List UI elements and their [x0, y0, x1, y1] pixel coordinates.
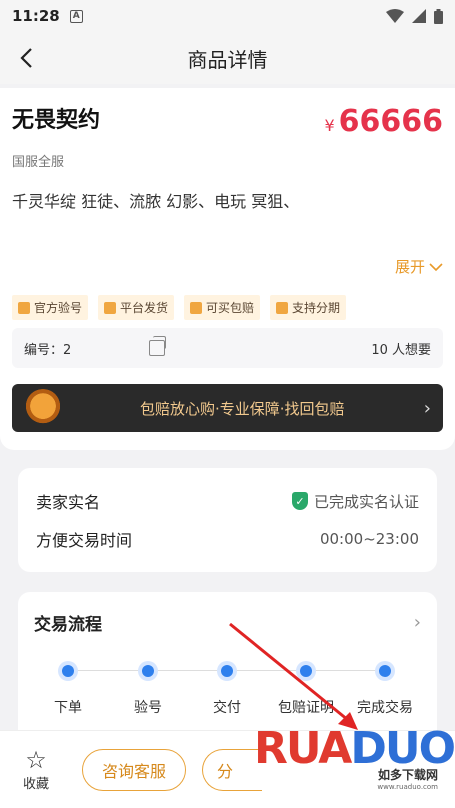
- product-card: 无畏契约 ¥66666 国服全服 千灵华绽 狂徒、流脓 幻影、电玩 冥狙、 展开…: [0, 88, 455, 450]
- tag-platform-ship: 平台发货: [98, 295, 175, 320]
- want-count: 10 人想要: [371, 342, 431, 358]
- price-value: 66666: [338, 104, 443, 139]
- shield-icon: [18, 301, 30, 314]
- service-tags: 官方验号 平台发货 可买包赔 支持分期: [12, 295, 443, 320]
- battery-icon: [434, 8, 443, 24]
- status-icons: [386, 8, 443, 24]
- chevron-down-icon: [429, 262, 443, 271]
- product-description: 千灵华绽 狂徒、流脓 幻影、电玩 冥狙、: [12, 192, 300, 211]
- seller-card: 卖家实名 ✓ 已完成实名认证 方便交易时间 00:00~23:00: [18, 468, 437, 572]
- tag-installment: 支持分期: [270, 295, 347, 320]
- shield-icon: [190, 301, 203, 314]
- expand-button[interactable]: 展开: [12, 256, 443, 277]
- flow-title: 交易流程: [34, 615, 102, 635]
- annotation-arrow-icon: [229, 622, 358, 730]
- tag-official-verify: 官方验号: [12, 295, 89, 320]
- card-icon: [276, 301, 289, 314]
- meta-row: 编号：2 10 人想要: [12, 328, 443, 368]
- watermark-sub: 如多下载网: [377, 768, 438, 782]
- product-id: 编号：2: [24, 342, 72, 358]
- secondary-action-button[interactable]: 分: [202, 748, 262, 791]
- chevron-right-icon: ›: [423, 397, 431, 419]
- watermark-brand-a: RUA: [254, 723, 352, 774]
- watermark-logo: RUADUO 如多下载网 www.ruaduo.com: [254, 723, 455, 806]
- status-time: 11:28: [12, 7, 60, 25]
- tiger-mascot-icon: [24, 389, 62, 427]
- expand-label: 展开: [394, 258, 425, 276]
- page-title: 商品详情: [187, 47, 268, 72]
- wifi-icon: [386, 9, 404, 23]
- copy-icon[interactable]: [149, 336, 167, 356]
- status-bar: 11:28 A: [0, 0, 455, 32]
- banner-text: 包赔放心购·专业保障·找回包赔: [140, 399, 345, 418]
- realname-status: ✓ 已完成实名认证: [291, 491, 419, 512]
- tag-insurance: 可买包赔: [184, 295, 261, 320]
- nav-bar: 商品详情: [0, 32, 455, 84]
- star-icon: ☆: [25, 746, 47, 774]
- server-label: 国服全服: [12, 155, 65, 170]
- product-title: 无畏契约: [12, 108, 101, 133]
- notification-icon: A: [69, 9, 83, 23]
- trade-time-value: 00:00~23:00: [319, 530, 419, 548]
- currency-symbol: ¥: [324, 116, 335, 135]
- signal-icon: [412, 9, 426, 23]
- flow-step: 验号: [108, 661, 188, 717]
- favorite-button[interactable]: ☆ 收藏: [16, 747, 56, 792]
- shield-icon: [104, 301, 117, 314]
- product-price: ¥66666: [324, 104, 443, 139]
- realname-label: 卖家实名: [36, 493, 101, 512]
- trade-time-label: 方便交易时间: [36, 531, 133, 550]
- watermark-url: www.ruaduo.com: [377, 783, 438, 791]
- chevron-right-icon: ›: [413, 612, 421, 633]
- back-icon[interactable]: [14, 44, 42, 72]
- favorite-label: 收藏: [22, 777, 49, 792]
- verified-shield-icon: ✓: [291, 492, 308, 510]
- flow-step: 下单: [28, 661, 108, 717]
- insurance-banner[interactable]: 包赔放心购·专业保障·找回包赔 ›: [12, 384, 443, 432]
- consult-service-button[interactable]: 咨询客服: [82, 748, 186, 791]
